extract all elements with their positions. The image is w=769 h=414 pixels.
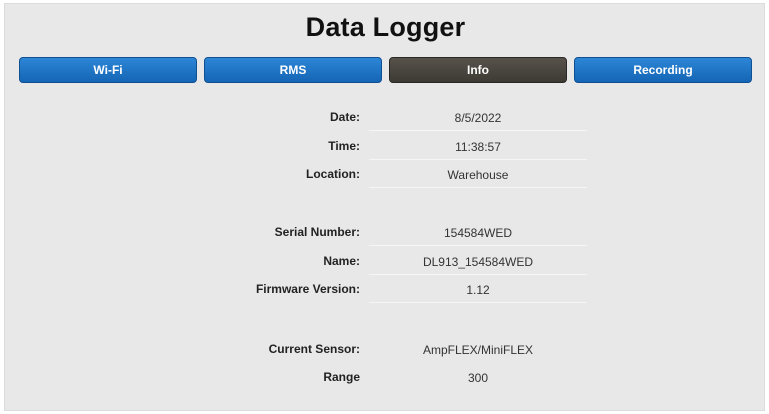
time-row: Time: 11:38:57 xyxy=(5,134,766,160)
time-label: Time: xyxy=(328,139,360,153)
range-value: 300 xyxy=(467,371,489,385)
time-value: 11:38:57 xyxy=(369,134,587,160)
range-label: Range xyxy=(323,370,360,384)
tab-bar: Wi-Fi RMS Info Recording xyxy=(19,57,752,83)
main-panel: Data Logger Wi-Fi RMS Info Recording Dat… xyxy=(4,3,765,411)
tab-info[interactable]: Info xyxy=(389,57,567,83)
location-label: Location: xyxy=(306,167,360,181)
tab-wifi[interactable]: Wi-Fi xyxy=(19,57,197,83)
name-label: Name: xyxy=(323,254,360,268)
range-row: Range 300 xyxy=(5,365,766,391)
serial-number-label: Serial Number: xyxy=(274,225,360,239)
serial-number-value: 154584WED xyxy=(369,220,587,246)
tab-rms[interactable]: RMS xyxy=(204,57,382,83)
current-sensor-value: AmpFLEX/MiniFLEX xyxy=(422,343,534,357)
name-value: DL913_154584WED xyxy=(369,249,587,275)
firmware-row: Firmware Version: 1.12 xyxy=(5,277,766,303)
location-row: Location: Warehouse xyxy=(5,162,766,188)
page-title: Data Logger xyxy=(305,12,466,42)
tab-recording[interactable]: Recording xyxy=(574,57,752,83)
firmware-version-value: 1.12 xyxy=(369,277,587,303)
date-row: Date: 8/5/2022 xyxy=(5,105,766,131)
sensor-row: Current Sensor: AmpFLEX/MiniFLEX xyxy=(5,337,766,363)
current-sensor-label: Current Sensor: xyxy=(268,342,360,356)
name-row: Name: DL913_154584WED xyxy=(5,249,766,275)
serial-row: Serial Number: 154584WED xyxy=(5,220,766,246)
firmware-version-label: Firmware Version: xyxy=(255,282,360,296)
location-value: Warehouse xyxy=(369,162,587,188)
date-label: Date: xyxy=(329,110,360,124)
date-value: 8/5/2022 xyxy=(369,105,587,131)
